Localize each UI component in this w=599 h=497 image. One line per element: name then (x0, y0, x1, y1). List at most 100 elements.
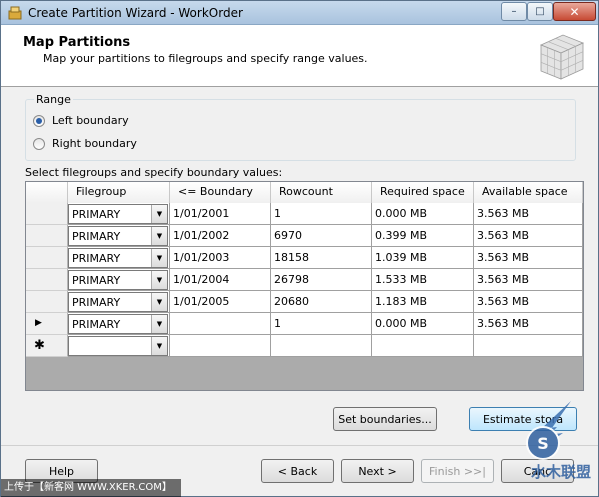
boundary-cell[interactable]: 1/01/2003 (170, 247, 271, 269)
wizard-window: Create Partition Wizard - WorkOrder – □ … (0, 0, 599, 497)
table-row-current[interactable]: ▶ PRIMARY ▼ 1 0.000 MB 3.563 MB (26, 313, 583, 335)
grid-header-row: Filegroup <= Boundary Rowcount Required … (26, 182, 583, 203)
rowcount-cell[interactable]: 20680 (271, 291, 372, 313)
right-boundary-radio[interactable]: Right boundary (33, 137, 137, 150)
maximize-icon: □ (535, 6, 545, 17)
required-space-cell[interactable]: 0.399 MB (372, 225, 474, 247)
rowcount-cell[interactable]: 1 (271, 203, 372, 225)
rowcount-cell[interactable]: 18158 (271, 247, 372, 269)
chevron-down-icon[interactable]: ▼ (151, 205, 167, 223)
row-header[interactable] (26, 247, 68, 269)
required-space-cell[interactable]: 1.533 MB (372, 269, 474, 291)
close-icon: ✕ (569, 4, 580, 19)
available-space-cell[interactable]: 3.563 MB (474, 247, 583, 269)
watermark-text: 上传于【新客网 WWW.XKER.COM】 (1, 479, 181, 497)
page-subtitle: Map your partitions to filegroups and sp… (43, 52, 368, 65)
boundary-cell[interactable]: 1/01/2005 (170, 291, 271, 313)
minimize-button[interactable]: – (501, 2, 527, 21)
svg-text:S: S (537, 434, 549, 453)
boundary-cell[interactable]: 1/01/2001 (170, 203, 271, 225)
filegroup-cell[interactable]: PRIMARY ▼ (68, 269, 170, 291)
available-space-cell[interactable] (474, 335, 583, 357)
boundary-cell[interactable] (170, 313, 271, 335)
table-row-new[interactable]: ✱ ▼ (26, 335, 583, 357)
row-header-new[interactable]: ✱ (26, 335, 68, 357)
right-boundary-label: Right boundary (52, 137, 137, 150)
row-header-current[interactable]: ▶ (26, 313, 68, 335)
required-space-cell[interactable]: 0.000 MB (372, 203, 474, 225)
table-row[interactable]: PRIMARY ▼ 1/01/2001 1 0.000 MB 3.563 MB (26, 203, 583, 225)
new-row-asterisk-icon: ✱ (34, 338, 45, 353)
filegroup-dropdown[interactable]: PRIMARY ▼ (68, 248, 168, 268)
filegroup-dropdown[interactable]: ▼ (68, 336, 168, 356)
wizard-header: Map Partitions Map your partitions to fi… (1, 25, 598, 87)
title-bar[interactable]: Create Partition Wizard - WorkOrder – □ … (1, 1, 598, 25)
filegroup-cell[interactable]: PRIMARY ▼ (68, 313, 170, 335)
column-header-boundary[interactable]: <= Boundary (170, 182, 271, 203)
set-boundaries-button[interactable]: Set boundaries... (333, 407, 437, 431)
filegroup-cell[interactable]: PRIMARY ▼ (68, 203, 170, 225)
row-header[interactable] (26, 225, 68, 247)
range-groupbox (25, 99, 576, 161)
row-header[interactable] (26, 203, 68, 225)
chevron-down-icon[interactable]: ▼ (151, 227, 167, 245)
filegroup-cell[interactable]: PRIMARY ▼ (68, 291, 170, 313)
left-boundary-radio[interactable]: Left boundary (33, 114, 129, 127)
maximize-button[interactable]: □ (527, 2, 553, 21)
required-space-cell[interactable] (372, 335, 474, 357)
watermark-logo-icon: S 水木联盟 (526, 401, 591, 481)
row-header[interactable] (26, 291, 68, 313)
available-space-cell[interactable]: 3.563 MB (474, 269, 583, 291)
radio-unselected-icon[interactable] (33, 137, 45, 150)
available-space-cell[interactable]: 3.563 MB (474, 291, 583, 313)
filegroup-cell[interactable]: ▼ (68, 335, 170, 357)
filegroup-cell[interactable]: PRIMARY ▼ (68, 247, 170, 269)
app-icon (8, 6, 22, 20)
chevron-down-icon[interactable]: ▼ (151, 249, 167, 267)
finish-button[interactable]: Finish >>| (421, 459, 494, 483)
left-boundary-label: Left boundary (52, 114, 129, 127)
rowcount-cell[interactable]: 6970 (271, 225, 372, 247)
next-button[interactable]: Next > (341, 459, 414, 483)
rowcount-cell[interactable] (271, 335, 372, 357)
rowcount-cell[interactable]: 1 (271, 313, 372, 335)
chevron-down-icon[interactable]: ▼ (151, 293, 167, 311)
available-space-cell[interactable]: 3.563 MB (474, 203, 583, 225)
partition-grid[interactable]: Filegroup <= Boundary Rowcount Required … (25, 181, 584, 391)
filegroup-dropdown[interactable]: PRIMARY ▼ (68, 226, 168, 246)
required-space-cell[interactable]: 1.039 MB (372, 247, 474, 269)
chevron-down-icon[interactable]: ▼ (151, 337, 167, 355)
table-row[interactable]: PRIMARY ▼ 1/01/2003 18158 1.039 MB 3.563 … (26, 247, 583, 269)
filegroup-dropdown[interactable]: PRIMARY ▼ (68, 314, 168, 334)
current-row-arrow-icon: ▶ (35, 318, 42, 328)
row-header[interactable] (26, 269, 68, 291)
minimize-icon: – (511, 6, 517, 17)
required-space-cell[interactable]: 0.000 MB (372, 313, 474, 335)
chevron-down-icon[interactable]: ▼ (151, 271, 167, 289)
column-header-available-space[interactable]: Available space (474, 182, 583, 203)
filegroup-dropdown[interactable]: PRIMARY ▼ (68, 292, 168, 312)
boundary-cell[interactable]: 1/01/2002 (170, 225, 271, 247)
filegroup-dropdown[interactable]: PRIMARY ▼ (68, 204, 168, 224)
available-space-cell[interactable]: 3.563 MB (474, 225, 583, 247)
radio-selected-icon[interactable] (33, 114, 45, 127)
filegroup-cell[interactable]: PRIMARY ▼ (68, 225, 170, 247)
boundary-cell[interactable]: 1/01/2004 (170, 269, 271, 291)
column-header-filegroup[interactable]: Filegroup (68, 182, 170, 203)
filegroup-dropdown[interactable]: PRIMARY ▼ (68, 270, 168, 290)
back-button[interactable]: < Back (261, 459, 334, 483)
rowcount-cell[interactable]: 26798 (271, 269, 372, 291)
svg-text:水木联盟: 水木联盟 (531, 463, 591, 481)
table-row[interactable]: PRIMARY ▼ 1/01/2004 26798 1.533 MB 3.563 … (26, 269, 583, 291)
partition-cube-icon (539, 34, 585, 80)
column-header-rowcount[interactable]: Rowcount (271, 182, 372, 203)
required-space-cell[interactable]: 1.183 MB (372, 291, 474, 313)
chevron-down-icon[interactable]: ▼ (151, 315, 167, 333)
grid-empty-area (26, 357, 583, 390)
table-row[interactable]: PRIMARY ▼ 1/01/2005 20680 1.183 MB 3.563 … (26, 291, 583, 313)
boundary-cell[interactable] (170, 335, 271, 357)
table-row[interactable]: PRIMARY ▼ 1/01/2002 6970 0.399 MB 3.563 M… (26, 225, 583, 247)
column-header-required-space[interactable]: Required space (372, 182, 474, 203)
available-space-cell[interactable]: 3.563 MB (474, 313, 583, 335)
close-button[interactable]: ✕ (553, 2, 596, 21)
